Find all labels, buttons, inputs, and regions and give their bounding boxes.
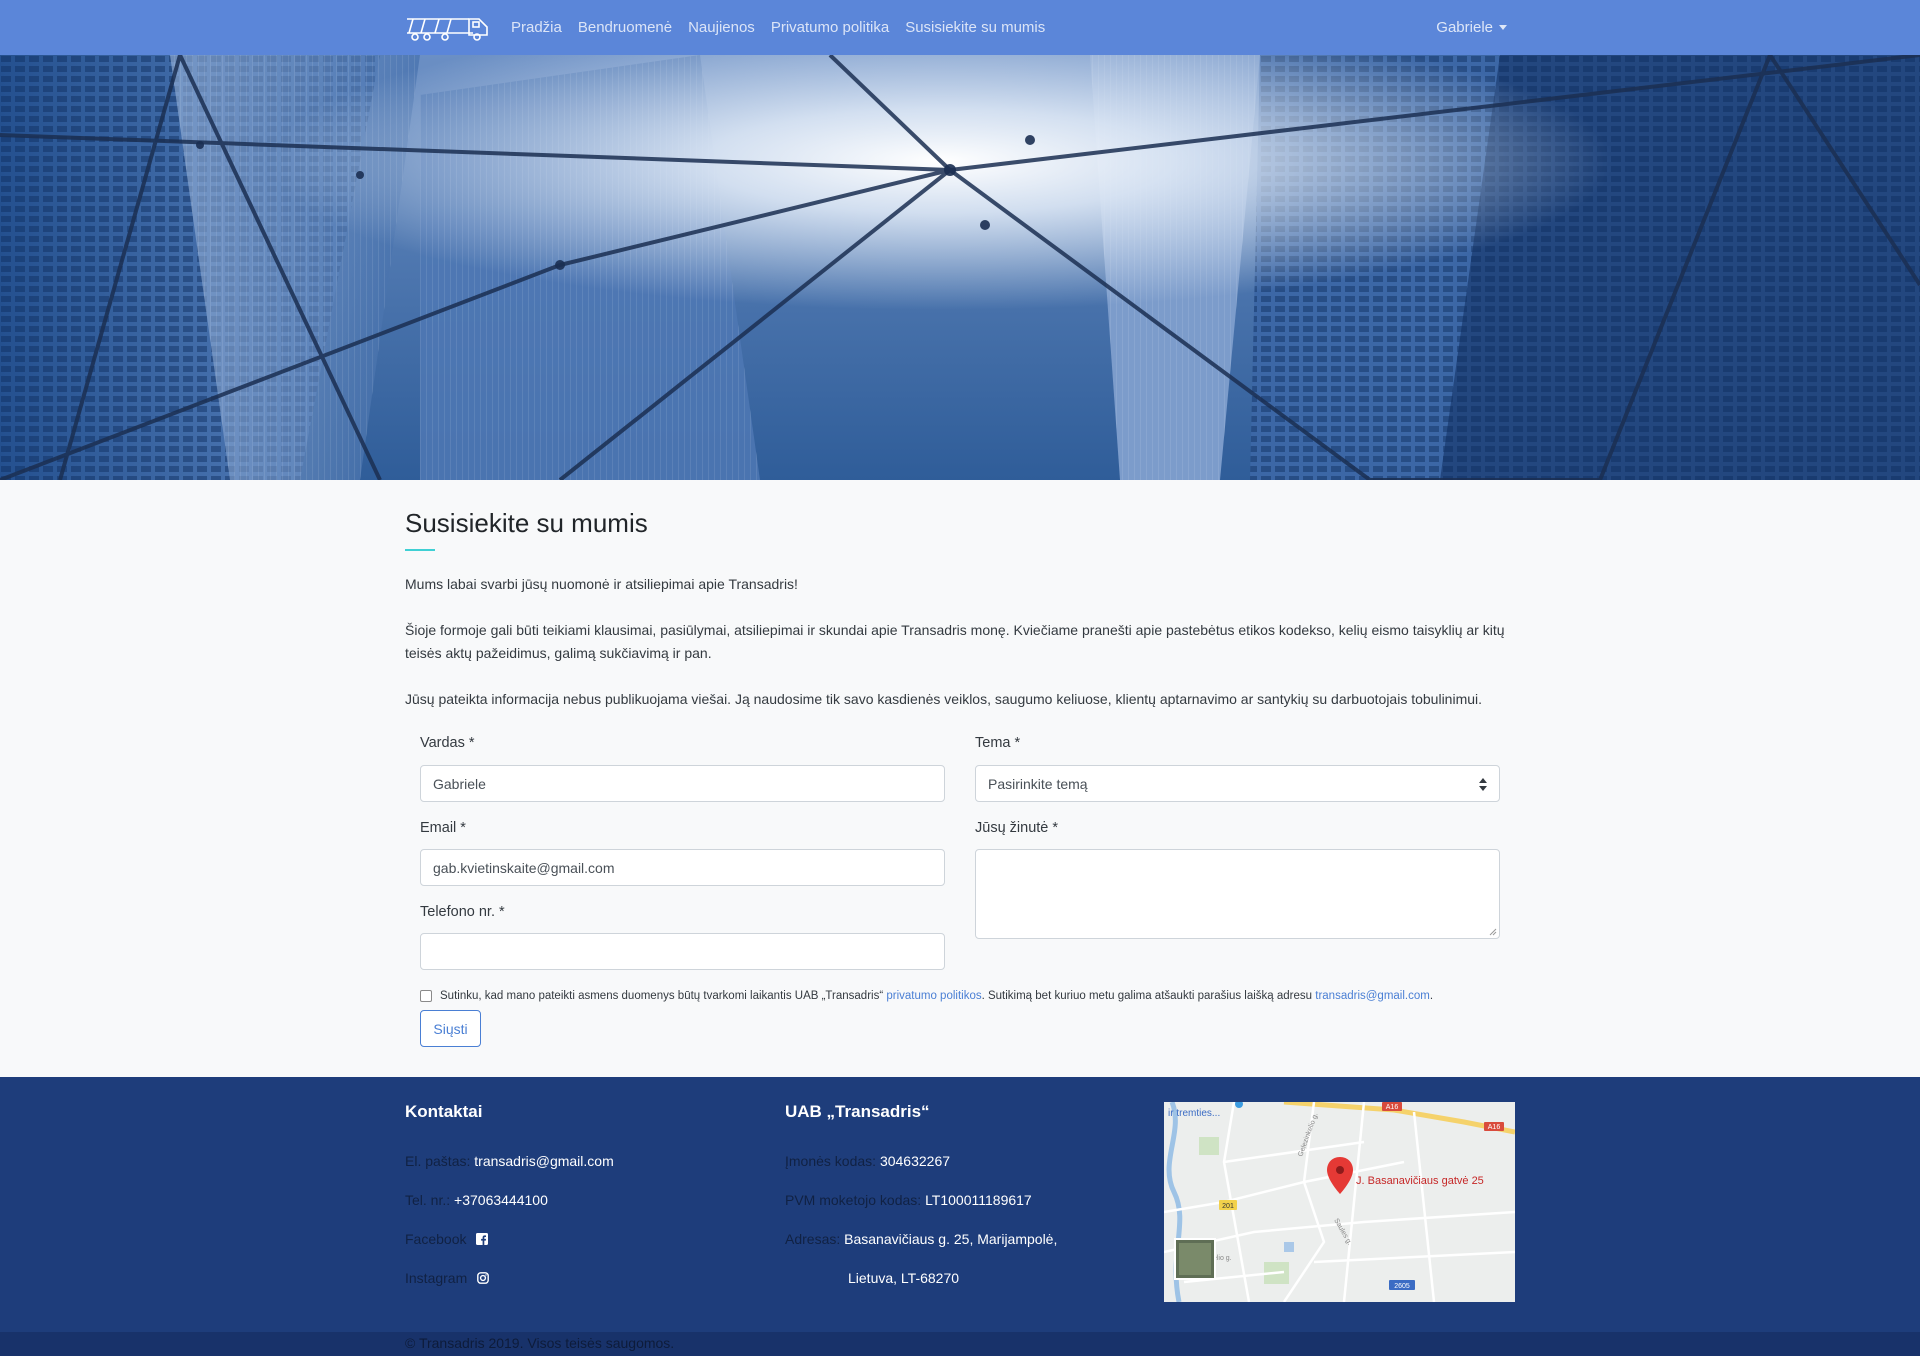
footer-code-value: 304632267 — [879, 1153, 951, 1169]
nav-link-community[interactable]: Bendruomenė — [578, 19, 672, 36]
footer-facebook-row[interactable]: Facebook — [405, 1231, 489, 1247]
user-name: Gabriele — [1436, 19, 1493, 36]
copyright-text: © Transadris 2019. Visos teisės saugomos… — [405, 1335, 675, 1351]
consent-email-link[interactable]: transadris@gmail.com — [1315, 990, 1430, 1002]
privacy-note-paragraph: Jūsų pateikta informacija nebus publikuo… — [405, 691, 1483, 707]
truck-logo-icon[interactable] — [405, 13, 489, 43]
footer-email-row: El. paštas: transadris@gmail.com — [405, 1153, 614, 1169]
name-input[interactable]: Gabriele — [420, 765, 945, 802]
select-arrows-icon — [1479, 778, 1487, 791]
footer-code-row: Įmonės kodas: 304632267 — [785, 1153, 950, 1169]
user-menu[interactable]: Gabriele — [1436, 0, 1507, 55]
nav-link-home[interactable]: Pradžia — [511, 19, 562, 36]
facebook-icon[interactable] — [476, 1233, 489, 1245]
hero-banner — [0, 55, 1920, 480]
footer-address-line2-row: Lietuva, LT-68270 — [848, 1270, 959, 1286]
navbar: Pradžia Bendruomenė Naujienos Privatumo … — [0, 0, 1920, 55]
name-label: Vardas * — [420, 735, 475, 751]
email-input-value: gab.kvietinskaite@gmail.com — [433, 859, 615, 876]
footer-contacts-heading: Kontaktai — [405, 1102, 483, 1121]
caret-down-icon — [1499, 25, 1507, 30]
name-input-value: Gabriele — [433, 775, 486, 792]
footer-phone-value[interactable]: +37063444100 — [454, 1192, 548, 1208]
footer-company-heading: UAB „Transadris“ — [785, 1102, 930, 1121]
description-paragraph: Šioje formoje gali būti teikiami klausim… — [405, 622, 1505, 661]
phone-input[interactable] — [420, 933, 945, 970]
email-label: Email * — [420, 820, 466, 836]
page-title: Susisiekite su mumis — [405, 508, 648, 538]
hero-glass-buildings-image — [0, 55, 1920, 480]
location-map[interactable]: A16 A16 201 2605 Gelezinkelio g. Saules … — [1164, 1102, 1515, 1302]
footer-bottom-bar — [0, 1332, 1920, 1356]
map-road-201: 201 — [1222, 1203, 1234, 1210]
title-underline — [405, 549, 435, 551]
message-textarea[interactable] — [975, 849, 1500, 939]
map-pin-label: J. Basanavičiaus gatvė 25 — [1356, 1175, 1484, 1187]
map-road-a16-2: A16 — [1488, 1124, 1501, 1131]
footer-address-line2: Lietuva, LT-68270 — [848, 1270, 960, 1286]
nav-link-privacy[interactable]: Privatumo politika — [771, 19, 889, 36]
footer-email-value[interactable]: transadris@gmail.com — [474, 1153, 613, 1169]
consent-text-3: . — [1429, 990, 1434, 1002]
footer-instagram-row[interactable]: Instagram — [405, 1270, 490, 1286]
consent-row: Sutinku, kad mano pateikti asmens duomen… — [420, 990, 1433, 1002]
map-graphic: A16 A16 201 2605 Gelezinkelio g. Saules … — [1164, 1102, 1515, 1302]
footer-address-row: Adresas: Basanavičiaus g. 25, Marijampol… — [785, 1231, 1057, 1247]
footer-phone-key: Tel. nr.: — [405, 1192, 451, 1208]
footer-email-key: El. paštas: — [405, 1153, 471, 1169]
map-poi-tremties: ir tremties... — [1168, 1108, 1220, 1119]
footer-facebook-key: Facebook — [405, 1231, 467, 1247]
intro-paragraph: Mums labai svarbi jūsų nuomonė ir atsili… — [405, 576, 798, 592]
email-input[interactable]: gab.kvietinskaite@gmail.com — [420, 849, 945, 886]
footer-address-key: Adresas: — [785, 1231, 841, 1247]
topic-select[interactable]: Pasirinkite temą — [975, 765, 1500, 802]
nav-link-news[interactable]: Naujienos — [688, 19, 755, 36]
consent-text-2: . Sutikimą bet kuriuo metu galima atšauk… — [981, 990, 1313, 1002]
submit-button[interactable]: Siųsti — [420, 1010, 481, 1047]
nav-link-contact[interactable]: Susisiekite su mumis — [905, 19, 1045, 36]
footer-instagram-key: Instagram — [405, 1270, 468, 1286]
message-label: Jūsų žinutė * — [975, 820, 1059, 836]
map-road-a16-1: A16 — [1386, 1104, 1399, 1111]
consent-text-1: Sutinku, kad mano pateikti asmens duomen… — [440, 990, 884, 1002]
consent-checkbox[interactable] — [420, 990, 432, 1002]
topic-label: Tema * — [975, 735, 1021, 751]
footer-vat-value: LT100011189617 — [925, 1192, 1032, 1208]
resize-grip-icon[interactable] — [1489, 928, 1497, 936]
nav-links: Pradžia Bendruomenė Naujienos Privatumo … — [511, 0, 1061, 55]
footer-code-key: Įmonės kodas: — [785, 1153, 877, 1169]
privacy-policy-link[interactable]: privatumo politikos — [886, 990, 981, 1002]
footer-phone-row: Tel. nr.: +37063444100 — [405, 1192, 548, 1208]
map-road-2605: 2605 — [1394, 1283, 1410, 1290]
footer-vat-row: PVM moketojo kodas: LT100011189617 — [785, 1192, 1032, 1208]
footer-vat-key: PVM moketojo kodas: — [785, 1192, 922, 1208]
topic-select-value: Pasirinkite temą — [988, 775, 1088, 792]
footer-address-line1: Basanavičiaus g. 25, Marijampolė, — [844, 1231, 1058, 1247]
instagram-icon[interactable] — [477, 1272, 490, 1284]
phone-label: Telefono nr. * — [420, 904, 505, 920]
